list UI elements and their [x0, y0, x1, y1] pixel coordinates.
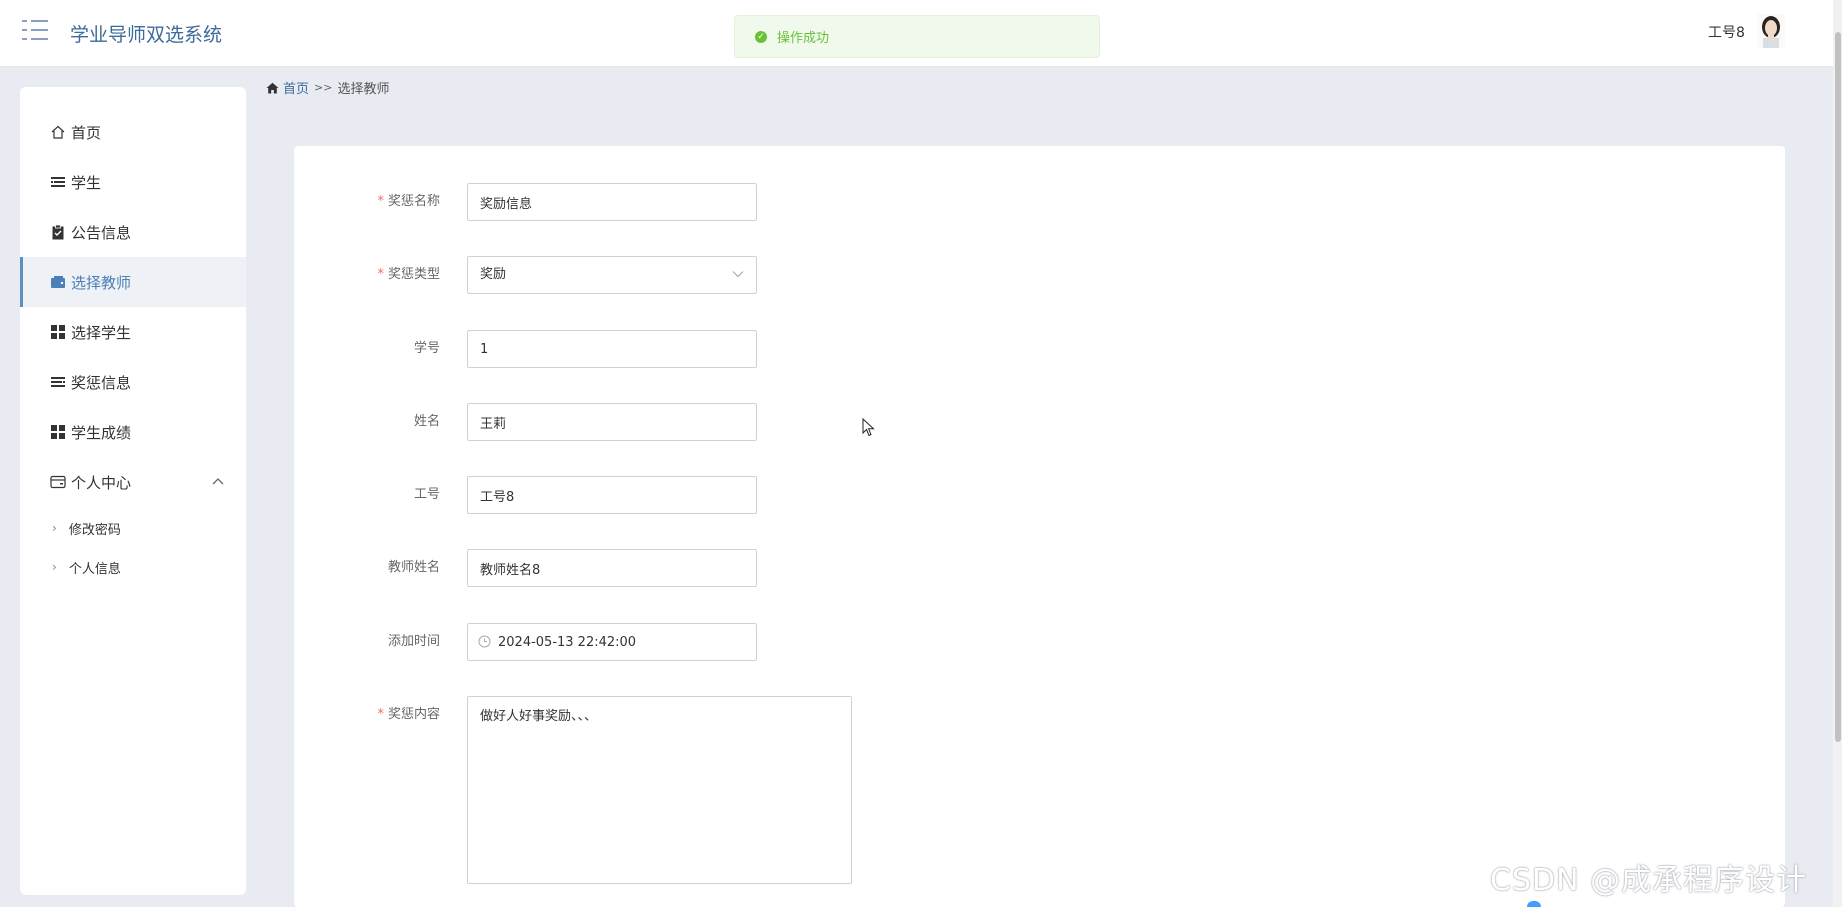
floating-helper-icon[interactable] — [1527, 901, 1541, 907]
form-label: * 奖惩内容 — [377, 707, 440, 722]
form-row-added-time: 添加时间 — [294, 623, 1294, 661]
sidebar-item-select-student[interactable]: 选择学生 — [20, 307, 246, 357]
select-value: 奖励 — [480, 267, 507, 282]
form-row-teacher-id: 工号 — [294, 476, 1294, 514]
sidebar-item-label: 学生 — [71, 173, 102, 192]
chevron-up-icon[interactable] — [212, 477, 224, 485]
form-label: 工号 — [413, 487, 440, 502]
card-icon — [50, 475, 66, 489]
form-row-teacher-name: 教师姓名 — [294, 549, 1294, 587]
reward-type-select[interactable]: 奖励 — [467, 256, 757, 294]
page-scrollbar-thumb[interactable] — [1835, 32, 1841, 742]
form-label: 添加时间 — [387, 634, 440, 649]
reward-name-input[interactable] — [467, 183, 757, 221]
sidebar-subitem-label: 修改密码 — [68, 522, 121, 538]
form-label: * 奖惩类型 — [377, 267, 440, 282]
sidebar-subitem-personal-info[interactable]: › 个人信息 — [20, 549, 246, 585]
breadcrumb-current: 选择教师 — [337, 82, 390, 97]
sidebar-item-select-teacher[interactable]: 选择教师 — [20, 257, 246, 307]
sidebar-item-label: 首页 — [71, 123, 102, 142]
reward-content-textarea[interactable]: 做好人好事奖励、、、 — [467, 696, 852, 884]
wallet-icon — [51, 276, 65, 288]
form-row-student-name: 姓名 — [294, 403, 1294, 441]
student-id-input[interactable] — [467, 330, 757, 368]
toast-message: 操作成功 — [777, 31, 830, 46]
user-avatar[interactable] — [1757, 14, 1785, 48]
sidebar-item-label: 学生成绩 — [71, 423, 132, 442]
form-panel: *奖惩名称 *奖惩类型 奖励 学号 姓名 工号 教师姓名 添加时间 *奖惩内容 … — [294, 146, 1785, 907]
sidebar-item-home[interactable]: 首页 — [20, 107, 246, 157]
grid-icon — [51, 425, 65, 439]
mouse-cursor-icon — [862, 418, 875, 437]
user-name[interactable]: 工号8 — [1708, 22, 1745, 42]
sidebar-item-students[interactable]: 学生 — [20, 157, 246, 207]
clock-icon — [478, 635, 491, 648]
home-icon — [51, 125, 65, 139]
check-circle-icon: ✓ — [755, 30, 767, 43]
sidebar-item-student-grades[interactable]: 学生成绩 — [20, 407, 246, 457]
form-label: 学号 — [413, 341, 440, 356]
sidebar-item-label: 选择学生 — [71, 323, 132, 342]
clipboard-check-icon — [52, 224, 64, 240]
home-icon[interactable] — [266, 82, 279, 94]
breadcrumb-separator: >> — [314, 81, 333, 94]
chevron-right-icon: › — [52, 560, 57, 574]
chevron-right-icon: › — [52, 521, 57, 535]
breadcrumb: 首页 >> 选择教师 — [266, 78, 389, 97]
grid-icon — [51, 325, 65, 339]
required-mark: * — [377, 707, 384, 722]
form-label: 教师姓名 — [387, 560, 440, 575]
form-label: * 奖惩名称 — [377, 194, 440, 209]
teacher-id-input[interactable] — [467, 476, 757, 514]
form-row-name: * 奖惩名称 — [294, 183, 1294, 221]
watermark-text: CSDN @成承程序设计 — [1490, 863, 1808, 898]
app-title: 学业导师双选系统 — [70, 24, 223, 46]
added-time-input[interactable] — [467, 623, 757, 661]
sidebar-item-label: 选择教师 — [71, 273, 132, 292]
chevron-down-icon[interactable] — [732, 270, 744, 278]
sidebar-subitem-label: 个人信息 — [68, 561, 121, 577]
list-icon — [51, 177, 65, 187]
required-mark: * — [377, 194, 384, 209]
menu-toggle-icon[interactable] — [22, 20, 48, 42]
list-icon — [51, 377, 65, 387]
sidebar-subitem-change-password[interactable]: › 修改密码 — [20, 510, 246, 546]
success-toast: ✓ 操作成功 — [734, 15, 1100, 58]
sidebar-item-announcements[interactable]: 公告信息 — [20, 207, 246, 257]
top-header: 学业导师双选系统 ✓ 操作成功 工号8 — [0, 0, 1842, 67]
sidebar-item-label: 个人中心 — [71, 473, 132, 492]
sidebar-item-label: 公告信息 — [71, 223, 132, 242]
form-row-type: * 奖惩类型 奖励 — [294, 256, 1294, 294]
sidebar-item-label: 奖惩信息 — [71, 373, 132, 392]
sidebar-item-personal-center[interactable]: 个人中心 — [20, 457, 246, 507]
form-row-student-id: 学号 — [294, 330, 1294, 368]
student-name-input[interactable] — [467, 403, 757, 441]
teacher-name-input[interactable] — [467, 549, 757, 587]
sidebar-item-rewards-penalties[interactable]: 奖惩信息 — [20, 357, 246, 407]
breadcrumb-home-link[interactable]: 首页 — [283, 78, 309, 97]
form-label: 姓名 — [413, 414, 440, 429]
required-mark: * — [377, 267, 384, 282]
sidebar: 首页 学生 公告信息 选择教师 选择学生 奖惩信息 学生成绩 个人中心 › 修改… — [20, 87, 246, 895]
form-row-content: * 奖惩内容 做好人好事奖励、、、 — [294, 696, 1294, 884]
